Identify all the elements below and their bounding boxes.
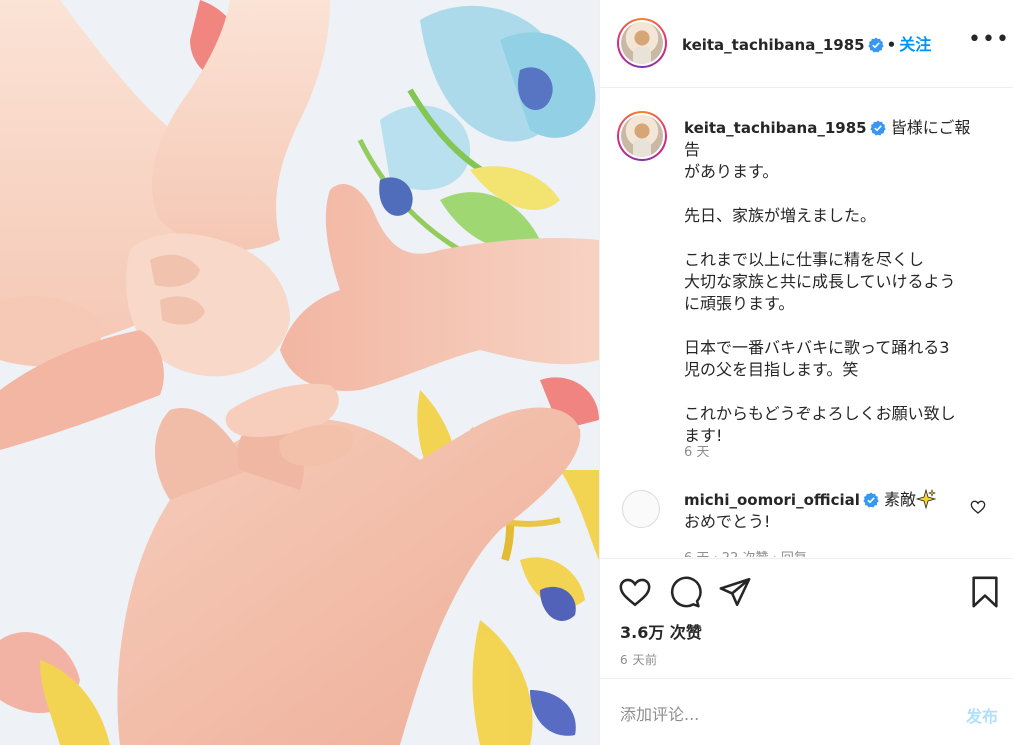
share-icon[interactable] bbox=[718, 575, 752, 609]
comments-area[interactable]: keita_tachibana_1985 皆様にご報告 があります。 先日、家族… bbox=[600, 89, 1013, 557]
commenter-username[interactable]: michi_oomori_official bbox=[684, 491, 860, 509]
follow-button[interactable]: 关注 bbox=[899, 35, 931, 54]
caption-text-line: があります。 bbox=[684, 162, 779, 181]
heart-icon[interactable] bbox=[618, 575, 652, 609]
like-count[interactable]: 3.6万 次赞 bbox=[620, 619, 702, 643]
caption-timestamp[interactable]: 6 天 bbox=[684, 441, 709, 460]
comment-like-heart-icon[interactable] bbox=[970, 499, 986, 515]
author-line: keita_tachibana_1985 • 关注 bbox=[682, 31, 931, 55]
caption-text-line: 大切な家族と共に成長していけるよう bbox=[684, 272, 956, 291]
caption-text-line: これからもどうぞよろしくお願い致し bbox=[684, 404, 956, 423]
author-avatar[interactable] bbox=[617, 18, 667, 68]
comment-text-line: 素敵 bbox=[884, 490, 917, 509]
caption-text-line: これまで以上に仕事に精を尽くし bbox=[684, 250, 925, 269]
post-header: keita_tachibana_1985 • 关注 ••• bbox=[600, 0, 1013, 88]
bookmark-icon[interactable] bbox=[968, 575, 1002, 609]
caption-text-line: ます! bbox=[684, 426, 723, 445]
comment-meta[interactable]: 6 天 · 22 次赞 · 回复 bbox=[684, 547, 807, 557]
caption-text-line: に頑張ります。 bbox=[684, 294, 795, 313]
verified-badge-icon bbox=[863, 492, 879, 508]
post-photo[interactable] bbox=[0, 0, 599, 745]
caption-text-line: 先日、家族が増えました。 bbox=[684, 206, 877, 225]
comment-item: michi_oomori_official 素敵 おめでとう! 6 天 · 22… bbox=[600, 487, 1013, 557]
commenter-avatar[interactable] bbox=[622, 490, 660, 528]
post-timestamp[interactable]: 6 天前 bbox=[620, 651, 657, 668]
sparkles-emoji-icon bbox=[916, 489, 937, 509]
more-options-icon[interactable]: ••• bbox=[968, 28, 1009, 58]
verified-badge-icon bbox=[867, 37, 884, 53]
caption-author-avatar[interactable] bbox=[617, 111, 667, 161]
add-comment-bar: 发布 bbox=[600, 678, 1013, 745]
author-username[interactable]: keita_tachibana_1985 bbox=[682, 36, 865, 54]
post-side-panel: keita_tachibana_1985 • 关注 ••• keita_tachib… bbox=[599, 0, 1013, 745]
post-caption: keita_tachibana_1985 皆様にご報告 があります。 先日、家族… bbox=[684, 117, 984, 447]
comment-body: michi_oomori_official 素敵 おめでとう! bbox=[684, 489, 944, 533]
caption-username[interactable]: keita_tachibana_1985 bbox=[684, 119, 867, 137]
caption-text-line: 日本で一番バキバキに歌って踊れる3 bbox=[684, 338, 950, 357]
post-comment-button[interactable]: 发布 bbox=[966, 703, 998, 727]
caption-text-line: 児の父を目指します。笑 bbox=[684, 360, 859, 379]
verified-badge-icon bbox=[869, 120, 886, 136]
comment-text-line: おめでとう! bbox=[684, 512, 771, 531]
comment-input[interactable] bbox=[620, 699, 940, 729]
comment-icon[interactable] bbox=[668, 575, 702, 609]
dot-separator: • bbox=[886, 36, 897, 54]
post-actions: 3.6万 次赞 6 天前 bbox=[600, 558, 1013, 678]
family-hands-image bbox=[0, 0, 599, 745]
